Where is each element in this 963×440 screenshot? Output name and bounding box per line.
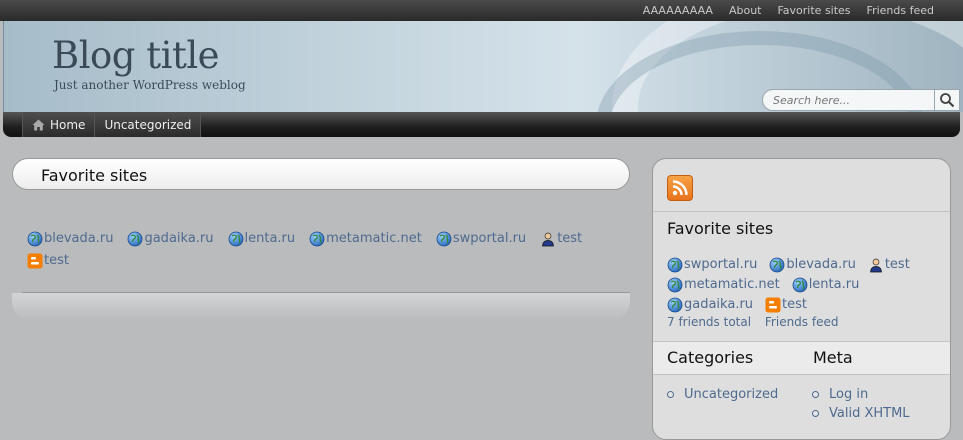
favorite-site-link-label: metamatic.net	[326, 231, 422, 246]
blogger-icon	[765, 297, 781, 313]
category-item[interactable]: Uncategorized	[667, 385, 778, 404]
globe-icon	[27, 231, 43, 247]
search-button[interactable]	[934, 89, 960, 111]
nav-item-uncategorized[interactable]: Uncategorized	[95, 112, 202, 137]
post-title: Favorite sites	[41, 166, 148, 185]
sidebar-favorite-site-link-label: swportal.ru	[684, 257, 758, 272]
top-bar: AAAAAAAAA About Favorite sites Friends f…	[0, 0, 963, 21]
meta-label: Valid XHTML	[829, 406, 910, 421]
nav-item-label: Home	[50, 117, 86, 132]
sidebar-favorite-site-link-label: blevada.ru	[786, 257, 856, 272]
globe-icon	[769, 257, 785, 273]
globe-icon	[436, 231, 452, 247]
sidebar-divider	[653, 374, 950, 375]
search-icon	[940, 93, 955, 108]
sidebar-favorite-site-link-label: lenta.ru	[808, 277, 860, 292]
sidebar-favorite-site-link[interactable]: test	[868, 255, 910, 275]
nav-item-home[interactable]: Home	[22, 112, 96, 137]
favorite-site-link[interactable]: test	[540, 228, 582, 250]
home-icon	[32, 119, 45, 130]
friends-total-link[interactable]: 7 friends total	[667, 315, 751, 329]
top-link-friends-feed[interactable]: Friends feed	[867, 0, 934, 21]
favorite-site-link[interactable]: test	[27, 250, 69, 272]
meta-list: Log in Valid XHTML	[812, 385, 910, 423]
user-icon	[868, 257, 884, 273]
top-link-favorite-sites[interactable]: Favorite sites	[777, 0, 850, 21]
sidebar-favorite-site-link[interactable]: gadaika.ru	[667, 295, 753, 315]
sidebar-favorite-site-link[interactable]: test	[765, 295, 807, 315]
favorite-site-link[interactable]: lenta.ru	[228, 228, 296, 250]
favorite-site-link[interactable]: gadaika.ru	[127, 228, 214, 250]
globe-icon	[127, 231, 143, 247]
categories-list: Uncategorized	[667, 385, 778, 404]
sidebar-favorite-site-link[interactable]: swportal.ru	[667, 255, 757, 275]
favorite-site-link[interactable]: swportal.ru	[436, 228, 526, 250]
sidebar-favorite-site-link-label: test	[782, 297, 807, 312]
search-input[interactable]	[762, 89, 934, 111]
sidebar-favorite-site-link[interactable]: blevada.ru	[769, 255, 856, 275]
bullet-icon	[667, 391, 674, 398]
top-link-aaaaaaaaa[interactable]: AAAAAAAAA	[643, 0, 713, 21]
meta-label: Log in	[829, 387, 869, 402]
friends-summary: 7 friends total Friends feed	[667, 315, 848, 329]
top-links: AAAAAAAAA About Favorite sites Friends f…	[627, 0, 934, 21]
globe-icon	[667, 297, 683, 313]
bullet-icon	[812, 410, 819, 417]
favorite-site-link-label: lenta.ru	[244, 231, 296, 246]
globe-icon	[667, 277, 683, 293]
meta-item-login[interactable]: Log in	[812, 385, 910, 404]
post-title-box: Favorite sites	[12, 158, 630, 190]
sidebar-favorites-title: Favorite sites	[667, 219, 774, 238]
divider	[22, 292, 630, 293]
globe-icon	[792, 277, 808, 293]
favorite-site-link-label: test	[44, 253, 69, 268]
sidebar-favorite-links: swportal.ru blevada.ru test metamatic.net le…	[667, 255, 947, 315]
sidebar-favorite-site-link[interactable]: metamatic.net	[667, 275, 780, 295]
user-icon	[540, 231, 556, 247]
rss-feed-icon[interactable]	[667, 175, 693, 201]
rss-icon	[672, 180, 688, 196]
nav-item-label: Uncategorized	[104, 117, 192, 132]
sidebar-favorite-site-link-label: metamatic.net	[684, 277, 780, 292]
friends-feed-link[interactable]: Friends feed	[765, 315, 839, 329]
favorite-site-link-label: gadaika.ru	[144, 231, 214, 246]
category-label: Uncategorized	[684, 387, 779, 402]
blog-title[interactable]: Blog title	[52, 34, 220, 77]
categories-title: Categories	[667, 348, 754, 367]
sidebar-divider	[653, 211, 950, 212]
sidebar: Favorite sites swportal.ru blevada.ru test…	[652, 158, 951, 440]
bullet-icon	[812, 391, 819, 398]
favorite-site-link-label: test	[557, 231, 583, 246]
sidebar-favorite-site-link-label: gadaika.ru	[684, 297, 754, 312]
sidebar-divider	[653, 341, 950, 342]
globe-icon	[309, 231, 325, 247]
main-nav: Home Uncategorized	[3, 112, 960, 137]
globe-icon	[228, 231, 244, 247]
sidebar-favorite-site-link-label: test	[884, 257, 910, 272]
meta-title: Meta	[813, 348, 853, 367]
blogger-icon	[27, 253, 43, 269]
favorite-links-list: blevada.ru gadaika.ru lenta.ru metamatic.ne…	[27, 228, 617, 272]
favorite-site-link-label: blevada.ru	[44, 231, 114, 246]
sidebar-favorite-site-link[interactable]: lenta.ru	[792, 275, 860, 295]
post-footer-shadow	[12, 293, 630, 321]
favorite-site-link-label: swportal.ru	[452, 231, 527, 246]
favorite-site-link[interactable]: metamatic.net	[309, 228, 422, 250]
favorite-site-link[interactable]: blevada.ru	[27, 228, 113, 250]
meta-item-valid-xhtml[interactable]: Valid XHTML	[812, 404, 910, 423]
globe-icon	[667, 257, 683, 273]
blog-tagline: Just another WordPress weblog	[54, 78, 246, 92]
top-link-about[interactable]: About	[729, 0, 762, 21]
